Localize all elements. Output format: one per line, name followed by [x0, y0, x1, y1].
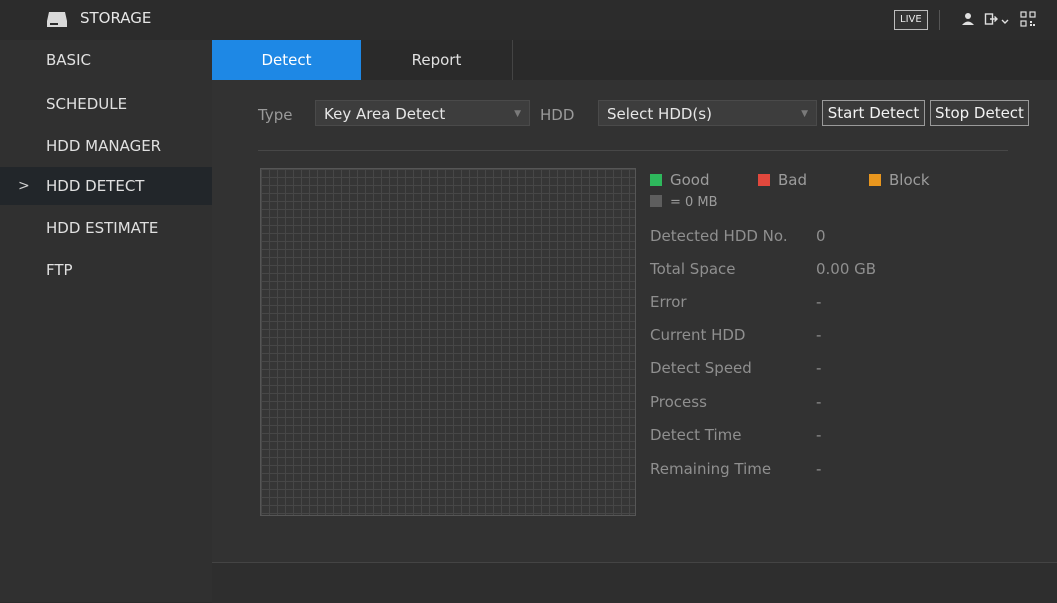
- hdd-label: HDD: [540, 106, 575, 124]
- sidebar-item-label: FTP: [46, 261, 73, 279]
- divider: [939, 10, 940, 30]
- process-value: -: [816, 393, 822, 411]
- detected-hdd-no-value: 0: [816, 227, 826, 245]
- storage-icon: [47, 12, 67, 27]
- total-space-label: Total Space: [650, 260, 736, 278]
- detect-time-label: Detect Time: [650, 426, 742, 444]
- detect-speed-label: Detect Speed: [650, 359, 752, 377]
- process-label: Process: [650, 393, 707, 411]
- detect-time-value: -: [816, 426, 822, 444]
- tab-divider: [512, 40, 513, 80]
- top-bar: STORAGE LIVE: [0, 0, 1057, 41]
- main-panel: Detect Report Type Key Area Detect ▼ HDD…: [212, 40, 1057, 562]
- legend-unit: = 0 MB: [650, 195, 718, 210]
- type-label: Type: [258, 106, 293, 124]
- sidebar-item-label: SCHEDULE: [46, 95, 128, 113]
- sidebar-item-label: HDD DETECT: [46, 177, 145, 195]
- sidebar-item-schedule[interactable]: SCHEDULE: [0, 85, 212, 123]
- start-detect-button[interactable]: Start Detect: [822, 100, 925, 126]
- legend-block-label: Block: [889, 171, 930, 189]
- legend-good-swatch: [650, 174, 662, 186]
- sidebar-item-hdd-estimate[interactable]: HDD ESTIMATE: [0, 209, 212, 247]
- sidebar: BASIC SCHEDULE HDD MANAGER > HDD DETECT …: [0, 40, 212, 602]
- hdd-select-value: Select HDD(s): [607, 105, 712, 123]
- sidebar-item-label: HDD ESTIMATE: [46, 219, 159, 237]
- sidebar-item-label: BASIC: [46, 51, 91, 69]
- sidebar-item-label: HDD MANAGER: [46, 137, 162, 155]
- legend-good-label: Good: [670, 171, 710, 189]
- detected-hdd-no-label: Detected HDD No.: [650, 227, 788, 245]
- detect-block-grid: [260, 168, 636, 516]
- legend-unit-label: = 0 MB: [670, 195, 718, 210]
- legend-block-swatch: [869, 174, 881, 186]
- stop-detect-button[interactable]: Stop Detect: [930, 100, 1029, 126]
- logout-icon[interactable]: [984, 11, 1000, 27]
- user-icon[interactable]: [960, 11, 976, 27]
- remaining-time-label: Remaining Time: [650, 460, 772, 478]
- legend-unit-swatch: [650, 195, 662, 207]
- error-value: -: [816, 293, 822, 311]
- footer-bar: [212, 562, 1057, 603]
- current-hdd-label: Current HDD: [650, 326, 746, 344]
- legend-good: Good: [650, 171, 710, 189]
- sidebar-item-ftp[interactable]: FTP: [0, 251, 212, 289]
- type-select-value: Key Area Detect: [324, 105, 446, 123]
- legend-bad: Bad: [758, 171, 807, 189]
- current-hdd-value: -: [816, 326, 822, 344]
- divider: [258, 150, 1008, 151]
- sidebar-item-hdd-detect[interactable]: > HDD DETECT: [0, 167, 212, 205]
- live-button[interactable]: LIVE: [894, 10, 928, 30]
- tab-detect[interactable]: Detect: [212, 40, 361, 80]
- tab-report[interactable]: Report: [361, 40, 512, 80]
- sidebar-item-basic[interactable]: BASIC: [0, 41, 212, 79]
- error-label: Error: [650, 293, 687, 311]
- app-title: STORAGE: [80, 9, 152, 27]
- total-space-value: 0.00 GB: [816, 260, 877, 278]
- legend-block: Block: [869, 171, 930, 189]
- chevron-down-icon[interactable]: [1000, 11, 1010, 27]
- remaining-time-value: -: [816, 460, 822, 478]
- legend-bad-swatch: [758, 174, 770, 186]
- hdd-select[interactable]: Select HDD(s) ▼: [598, 100, 817, 126]
- chevron-right-icon: >: [18, 178, 30, 194]
- sidebar-item-hdd-manager[interactable]: HDD MANAGER: [0, 127, 212, 165]
- dropdown-arrow-icon: ▼: [801, 109, 808, 119]
- type-select[interactable]: Key Area Detect ▼: [315, 100, 530, 126]
- tab-bar: Detect Report: [212, 40, 1057, 80]
- qr-icon[interactable]: [1020, 11, 1036, 27]
- legend-bad-label: Bad: [778, 171, 808, 189]
- detect-speed-value: -: [816, 359, 822, 377]
- dropdown-arrow-icon: ▼: [514, 109, 521, 119]
